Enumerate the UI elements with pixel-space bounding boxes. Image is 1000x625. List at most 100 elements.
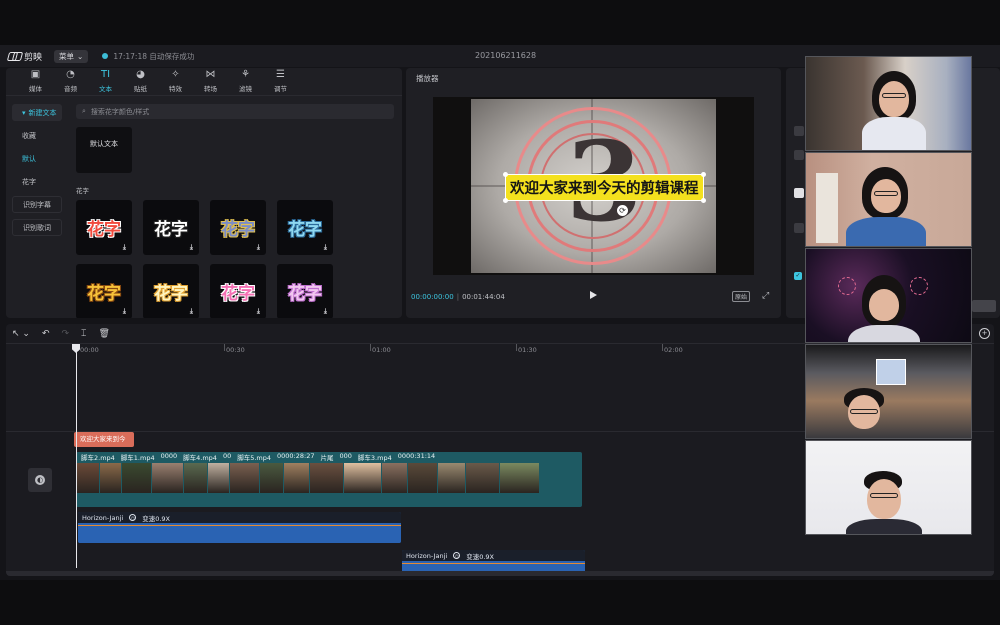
audio-clip-header: Horizon-Janji ◷ 变速0.9X <box>78 512 401 523</box>
menu-button[interactable]: 菜单 ⌄ <box>54 49 89 63</box>
download-icon[interactable]: ⤓ <box>123 307 126 316</box>
tab-label: 转场 <box>204 85 217 93</box>
property-icon <box>794 188 804 198</box>
tab-media[interactable]: ▣ 媒体 <box>18 68 53 95</box>
resize-handle[interactable] <box>503 172 508 177</box>
fancy-text-card[interactable]: 花字 ⤓ <box>210 200 266 255</box>
ruler-label: 00:00 <box>80 346 99 354</box>
timeline-scrollbar[interactable] <box>6 571 994 576</box>
participant-video[interactable] <box>805 440 972 535</box>
sidebar-item-new-text[interactable]: ▾ 新建文本 <box>12 104 62 121</box>
cloud-sync-icon <box>102 53 109 59</box>
resource-panel: ▣ 媒体 ◔ 音频 TI 文本 ◕ 贴纸 ✧ 特效 ⋈ 转场 ⚘ 滤镜 ☰ 调节 ▾ 新建文本 收藏 默认 花… <box>6 68 402 318</box>
split-icon[interactable]: ⌶ <box>81 329 86 339</box>
total-time: 00:01:44:04 <box>462 293 505 301</box>
search-box[interactable]: ⌕ <box>76 104 394 119</box>
fancy-text-card[interactable]: 花字 ⤓ <box>76 200 132 255</box>
player-title: 播放器 <box>416 74 439 83</box>
tab-label: 特效 <box>169 85 182 93</box>
play-icon[interactable] <box>590 291 597 299</box>
resize-handle[interactable] <box>700 198 706 203</box>
download-icon[interactable]: ⤓ <box>324 243 327 252</box>
adjust-icon: ☰ <box>276 69 285 80</box>
fancy-text-card[interactable]: 花字 ⤓ <box>143 200 199 255</box>
video-call-strip <box>805 56 972 537</box>
undo-icon[interactable]: ↶ <box>42 329 50 339</box>
participant-video[interactable] <box>805 248 972 343</box>
video-clip[interactable]: 脚车2.mp4 脚车1.mp4 0000 脚车4.mp4 00 脚车5.mp4 0000:2… <box>76 452 582 507</box>
participant-video[interactable] <box>805 56 972 151</box>
sidebar-item-recognize-subtitles[interactable]: 识别字幕 <box>12 196 62 213</box>
apply-button[interactable] <box>972 300 996 312</box>
participant-video[interactable] <box>805 152 972 247</box>
video-clip-label: 0000 <box>160 452 178 460</box>
search-icon: ⌕ <box>82 107 86 115</box>
download-icon[interactable]: ⤓ <box>190 243 193 252</box>
video-thumbnail <box>344 463 382 493</box>
sidebar-item-default[interactable]: 默认 <box>12 150 62 167</box>
fancy-text-sample: 花字 <box>154 284 188 304</box>
sidebar-item-favorites[interactable]: 收藏 <box>12 127 62 144</box>
text-library: ⌕ 默认文本 花字 花字⤓花字⤓花字⤓花字⤓花字⤓花字⤓花字⤓花字⤓ <box>68 96 402 318</box>
participant-video[interactable] <box>805 344 972 439</box>
tab-label: 调节 <box>274 85 287 93</box>
aspect-ratio-button[interactable]: 原始 <box>732 291 751 302</box>
project-title: 202106211628 <box>475 51 537 60</box>
resize-handle[interactable] <box>503 198 508 203</box>
download-icon[interactable]: ⤓ <box>324 307 327 316</box>
time-separator: | <box>456 293 460 301</box>
sidebar-item-recognize-lyrics[interactable]: 识别歌词 <box>12 219 62 236</box>
tab-transition[interactable]: ⋈ 转场 <box>193 68 228 95</box>
fancy-text-card[interactable]: 花字 ⤓ <box>210 264 266 318</box>
audio-clip[interactable]: Horizon-Janji ◷ 变速0.9X <box>78 512 401 543</box>
default-text-card[interactable]: 默认文本 <box>76 127 132 173</box>
fancy-text-card[interactable]: 花字 ⤓ <box>143 264 199 318</box>
property-icon <box>794 126 804 136</box>
ruler-tick <box>370 344 371 351</box>
subtitle-text-box[interactable]: 欢迎大家来到今天的剪辑课程 <box>503 172 706 203</box>
tab-sticker[interactable]: ◕ 贴纸 <box>123 68 158 95</box>
resize-handle[interactable] <box>700 172 706 177</box>
sidebar-item-label: 识别歌词 <box>23 223 51 232</box>
video-thumbnail <box>230 463 260 493</box>
fancy-text-card[interactable]: 花字 ⤓ <box>76 264 132 318</box>
text-clip[interactable]: 欢迎大家来到今 <box>74 432 134 447</box>
fancy-text-sample: 花字 <box>87 284 121 304</box>
download-icon[interactable]: ⤓ <box>123 243 126 252</box>
tab-effects[interactable]: ✧ 特效 <box>158 68 193 95</box>
tab-label: 贴纸 <box>134 85 147 93</box>
tab-filter[interactable]: ⚘ 滤镜 <box>228 68 263 95</box>
tab-adjust[interactable]: ☰ 调节 <box>263 68 298 95</box>
search-input[interactable] <box>90 107 371 116</box>
property-icon <box>794 150 804 160</box>
rotate-icon[interactable]: ⟳ <box>617 205 628 216</box>
download-icon[interactable]: ⤓ <box>257 243 260 252</box>
property-icon <box>794 223 804 233</box>
checkbox-icon[interactable]: ✓ <box>794 272 802 280</box>
fancy-text-card[interactable]: 花字 ⤓ <box>277 264 333 318</box>
zoom-icon[interactable]: + <box>979 328 990 339</box>
video-clip-label: 脚车5.mp4 <box>237 454 272 462</box>
delete-icon[interactable]: 🗑 <box>98 329 109 339</box>
tab-text[interactable]: TI 文本 <box>88 68 123 95</box>
preview-viewport[interactable]: 3 欢迎大家来到今天的剪辑课程 ⟳ <box>433 97 754 275</box>
download-icon[interactable]: ⤓ <box>257 307 260 316</box>
redo-icon[interactable]: ↷ <box>62 329 70 339</box>
download-icon[interactable]: ⤓ <box>190 307 193 316</box>
fancy-text-sample: 花字 <box>154 220 188 240</box>
fireworks-decoration <box>838 277 856 295</box>
select-tool-icon[interactable]: ↖ ⌄ <box>12 329 30 339</box>
thumbnail-strip <box>76 463 582 493</box>
video-thumbnail <box>500 463 540 493</box>
fancy-text-card[interactable]: 花字 ⤓ <box>277 200 333 255</box>
video-thumbnail <box>208 463 230 493</box>
tab-audio[interactable]: ◔ 音频 <box>53 68 88 95</box>
video-thumbnail <box>438 463 466 493</box>
transition-icon: ⋈ <box>205 69 216 80</box>
audio-clip-header: Horizon-Janji ◷ 变速0.9X <box>402 550 585 561</box>
sidebar-item-fancy-text[interactable]: 花字 <box>12 173 62 190</box>
fullscreen-icon[interactable]: ⤢ <box>762 291 769 301</box>
fireworks-decoration <box>910 277 928 295</box>
cover-button[interactable]: ◐ <box>28 468 52 492</box>
playhead[interactable] <box>72 344 80 568</box>
